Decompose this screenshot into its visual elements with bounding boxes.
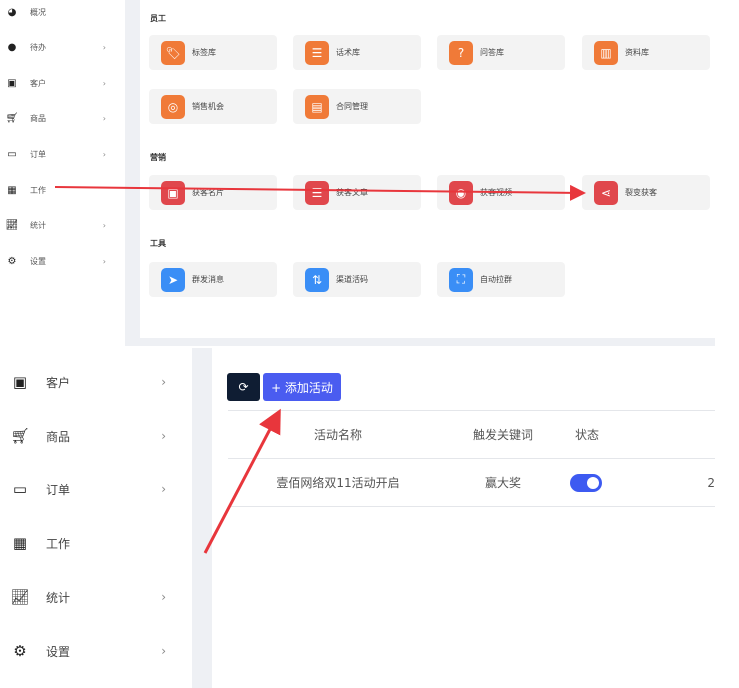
annotation-arrows (54, 184, 586, 554)
arrow-to-add-button (203, 408, 281, 554)
arrow-to-fission (54, 184, 586, 201)
